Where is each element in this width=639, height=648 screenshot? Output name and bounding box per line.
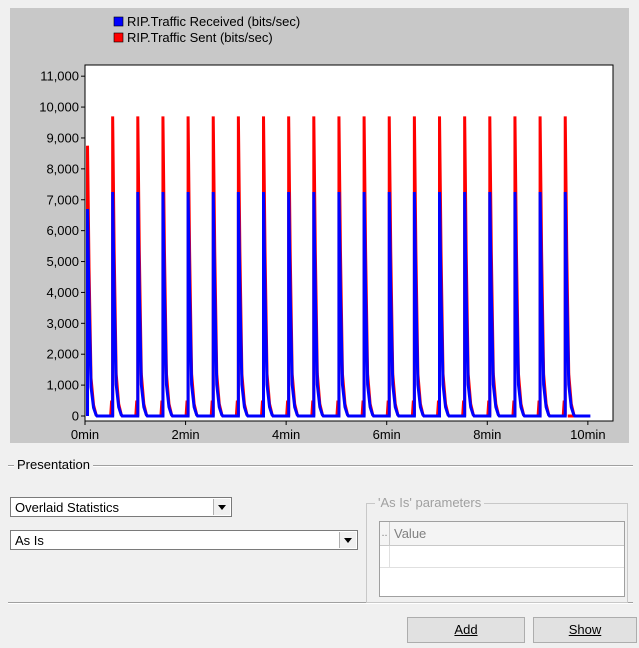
row-header-cell: .. — [380, 522, 390, 545]
y-tick-label: 0 — [72, 409, 79, 424]
y-tick-label: 1,000 — [46, 378, 79, 393]
parameters-grid[interactable]: .. Value — [379, 521, 625, 597]
chevron-down-icon — [344, 538, 352, 543]
parameters-grid-header: .. Value — [380, 522, 624, 546]
value-column-header[interactable]: Value — [394, 526, 426, 541]
y-tick-label: 10,000 — [39, 100, 79, 115]
y-tick-label: 3,000 — [46, 316, 79, 331]
add-button[interactable]: Add — [407, 617, 525, 643]
y-tick-label: 2,000 — [46, 347, 79, 362]
group-divider — [8, 465, 633, 467]
row-selector-cell[interactable] — [380, 546, 390, 567]
chart-panel: RIP.Traffic Received (bits/sec) RIP.Traff… — [10, 8, 629, 443]
add-button-label: Add — [454, 622, 478, 637]
y-tick-label: 11,000 — [40, 69, 79, 84]
legend-swatch — [113, 32, 124, 43]
presentation-group-title: Presentation — [14, 457, 93, 472]
show-button-label: Show — [568, 622, 602, 637]
statistics-select[interactable]: Overlaid Statistics — [10, 497, 232, 517]
legend-label: RIP.Traffic Received (bits/sec) — [127, 14, 300, 29]
x-tick-label: 8min — [473, 427, 501, 442]
x-tick-label: 4min — [272, 427, 300, 442]
y-tick-label: 7,000 — [46, 192, 79, 207]
show-button[interactable]: Show — [533, 617, 637, 643]
y-tick-label: 5,000 — [46, 254, 79, 269]
y-tick-label: 4,000 — [46, 285, 79, 300]
filter-select-value: As Is — [15, 533, 44, 548]
y-tick-label: 9,000 — [46, 130, 79, 145]
filter-select[interactable]: As Is — [10, 530, 358, 550]
traffic-chart: RIP.Traffic Received (bits/sec)RIP.Traff… — [39, 14, 614, 442]
statistics-select-value: Overlaid Statistics — [15, 500, 120, 515]
as-is-parameters-title: 'As Is' parameters — [375, 495, 485, 510]
x-tick-label: 10min — [570, 427, 605, 442]
series-line-received — [86, 192, 591, 418]
as-is-parameters-group: 'As Is' parameters .. Value — [366, 495, 628, 603]
x-tick-label: 6min — [373, 427, 401, 442]
statistics-select-dropdown-button[interactable] — [213, 499, 230, 515]
filter-select-dropdown-button[interactable] — [339, 532, 356, 548]
chevron-down-icon — [218, 505, 226, 510]
x-tick-label: 0min — [71, 427, 99, 442]
y-tick-label: 8,000 — [46, 161, 79, 176]
legend-label: RIP.Traffic Sent (bits/sec) — [127, 30, 273, 45]
y-tick-label: 6,000 — [46, 223, 79, 238]
legend-swatch — [113, 16, 124, 27]
x-tick-label: 2min — [171, 427, 199, 442]
parameters-grid-row[interactable] — [380, 546, 624, 568]
